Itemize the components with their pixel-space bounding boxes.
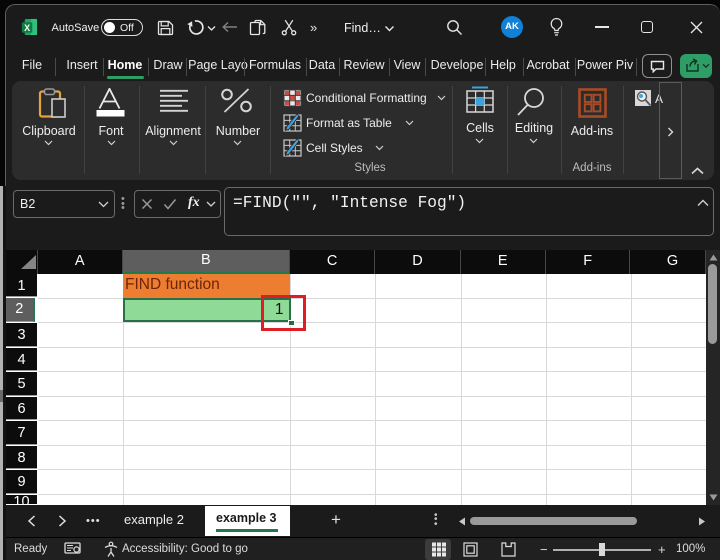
svg-text:X: X — [24, 23, 30, 33]
